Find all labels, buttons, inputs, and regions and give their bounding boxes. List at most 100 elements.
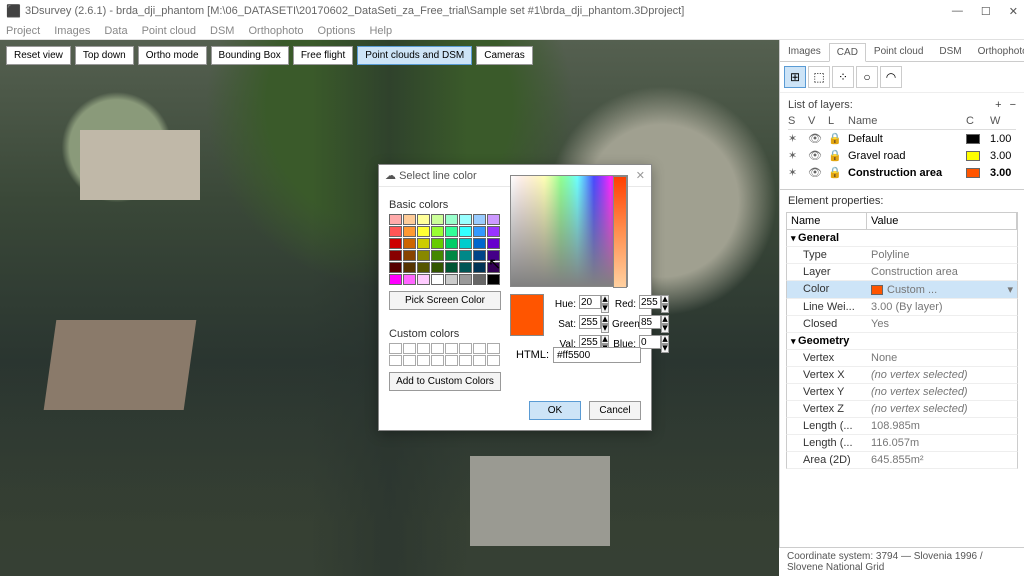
menu-images[interactable]: Images	[54, 25, 90, 37]
custom-color-slot[interactable]	[431, 343, 444, 354]
basic-color-swatch[interactable]	[445, 250, 458, 261]
minimize-icon[interactable]: —	[952, 5, 963, 18]
basic-color-swatch[interactable]	[403, 214, 416, 225]
custom-color-slot[interactable]	[417, 355, 430, 366]
basic-color-swatch[interactable]	[389, 238, 402, 249]
menu-point-cloud[interactable]: Point cloud	[142, 25, 196, 37]
basic-color-swatch[interactable]	[473, 226, 486, 237]
cad-tool-circle[interactable]: ○	[856, 66, 878, 88]
basic-color-swatch[interactable]	[431, 274, 444, 285]
basic-color-swatch[interactable]	[403, 250, 416, 261]
custom-color-slot[interactable]	[403, 343, 416, 354]
basic-color-swatch[interactable]	[389, 214, 402, 225]
basic-color-swatch[interactable]	[473, 262, 486, 273]
star-icon[interactable]: ✶	[788, 166, 806, 179]
custom-color-slot[interactable]	[473, 343, 486, 354]
ok-button[interactable]: OK	[529, 401, 581, 420]
cad-tool-line[interactable]: ⊞	[784, 66, 806, 88]
color-swatch[interactable]	[966, 168, 980, 178]
basic-color-swatch[interactable]	[459, 274, 472, 285]
basic-color-swatch[interactable]	[389, 262, 402, 273]
basic-color-swatch[interactable]	[459, 262, 472, 273]
basic-color-swatch[interactable]	[473, 274, 486, 285]
layer-row[interactable]: ✶ 👁 🔒 Construction area 3.00	[788, 164, 1016, 181]
hue-input[interactable]	[579, 295, 601, 309]
custom-color-slot[interactable]	[487, 343, 500, 354]
maximize-icon[interactable]: ☐	[981, 5, 991, 18]
close-icon[interactable]: ✕	[1009, 5, 1018, 18]
basic-color-swatch[interactable]	[487, 226, 500, 237]
basic-color-swatch[interactable]	[487, 238, 500, 249]
basic-color-swatch[interactable]	[487, 250, 500, 261]
basic-color-swatch[interactable]	[459, 250, 472, 261]
basic-color-swatch[interactable]	[487, 262, 500, 273]
prop-row[interactable]: Vertex Y(no vertex selected)	[786, 384, 1018, 401]
add-layer-icon[interactable]: +	[995, 99, 1001, 111]
basic-color-swatch[interactable]	[431, 250, 444, 261]
toolbar-free-flight[interactable]: Free flight	[293, 46, 353, 65]
custom-color-slot[interactable]	[389, 343, 402, 354]
custom-color-slot[interactable]	[445, 343, 458, 354]
tab-orthophoto[interactable]: Orthophoto	[970, 42, 1024, 61]
prop-row[interactable]: Vertex Z(no vertex selected)	[786, 401, 1018, 418]
prop-group-geometry[interactable]: Geometry	[786, 333, 1018, 350]
basic-color-swatch[interactable]	[417, 226, 430, 237]
custom-color-slot[interactable]	[389, 355, 402, 366]
basic-color-swatch[interactable]	[459, 226, 472, 237]
basic-color-swatch[interactable]	[431, 226, 444, 237]
eye-icon[interactable]: 👁	[808, 132, 826, 145]
basic-color-swatch[interactable]	[403, 274, 416, 285]
basic-color-swatch[interactable]	[417, 262, 430, 273]
tab-point-cloud[interactable]: Point cloud	[866, 42, 931, 61]
lock-icon[interactable]: 🔒	[828, 149, 846, 162]
tab-cad[interactable]: CAD	[829, 43, 866, 62]
color-swatch[interactable]	[966, 134, 980, 144]
sat-input[interactable]	[579, 315, 601, 329]
menu-orthophoto[interactable]: Orthophoto	[248, 25, 303, 37]
eye-icon[interactable]: 👁	[808, 149, 826, 162]
menu-options[interactable]: Options	[318, 25, 356, 37]
basic-color-swatch[interactable]	[403, 262, 416, 273]
custom-color-slot[interactable]	[445, 355, 458, 366]
basic-color-swatch[interactable]	[445, 238, 458, 249]
basic-color-swatch[interactable]	[389, 226, 402, 237]
basic-color-swatch[interactable]	[417, 214, 430, 225]
cad-tool-arc[interactable]: ◠	[880, 66, 902, 88]
basic-color-swatch[interactable]	[487, 214, 500, 225]
basic-color-swatch[interactable]	[389, 250, 402, 261]
basic-color-swatch[interactable]	[459, 214, 472, 225]
basic-color-swatch[interactable]	[445, 226, 458, 237]
lock-icon[interactable]: 🔒	[828, 132, 846, 145]
cancel-button[interactable]: Cancel	[589, 401, 641, 420]
custom-color-slot[interactable]	[431, 355, 444, 366]
basic-color-swatch[interactable]	[459, 238, 472, 249]
layer-row[interactable]: ✶ 👁 🔒 Gravel road 3.00	[788, 147, 1016, 164]
prop-row[interactable]: VertexNone	[786, 350, 1018, 367]
custom-color-slot[interactable]	[417, 343, 430, 354]
red-input[interactable]	[639, 295, 661, 309]
basic-color-swatch[interactable]	[473, 238, 486, 249]
basic-color-swatch[interactable]	[473, 214, 486, 225]
lock-icon[interactable]: 🔒	[828, 166, 846, 179]
basic-color-swatch[interactable]	[417, 238, 430, 249]
basic-color-swatch[interactable]	[473, 250, 486, 261]
basic-color-swatch[interactable]	[417, 274, 430, 285]
green-input[interactable]	[639, 315, 661, 329]
cad-tool-poly[interactable]: ⬚	[808, 66, 830, 88]
basic-color-swatch[interactable]	[417, 250, 430, 261]
basic-color-swatch[interactable]	[389, 274, 402, 285]
menu-project[interactable]: Project	[6, 25, 40, 37]
prop-row[interactable]: LayerConstruction area	[786, 264, 1018, 281]
remove-layer-icon[interactable]: −	[1010, 99, 1016, 111]
basic-color-swatch[interactable]	[403, 238, 416, 249]
custom-color-slot[interactable]	[403, 355, 416, 366]
basic-color-swatch[interactable]	[431, 238, 444, 249]
star-icon[interactable]: ✶	[788, 132, 806, 145]
prop-row[interactable]: TypePolyline	[786, 247, 1018, 264]
custom-color-slot[interactable]	[459, 355, 472, 366]
blue-input[interactable]	[639, 335, 661, 349]
basic-color-swatch[interactable]	[445, 214, 458, 225]
toolbar-reset-view[interactable]: Reset view	[6, 46, 71, 65]
saturation-value-picker[interactable]	[510, 175, 628, 287]
prop-row[interactable]: Line Wei...3.00 (By layer)	[786, 299, 1018, 316]
